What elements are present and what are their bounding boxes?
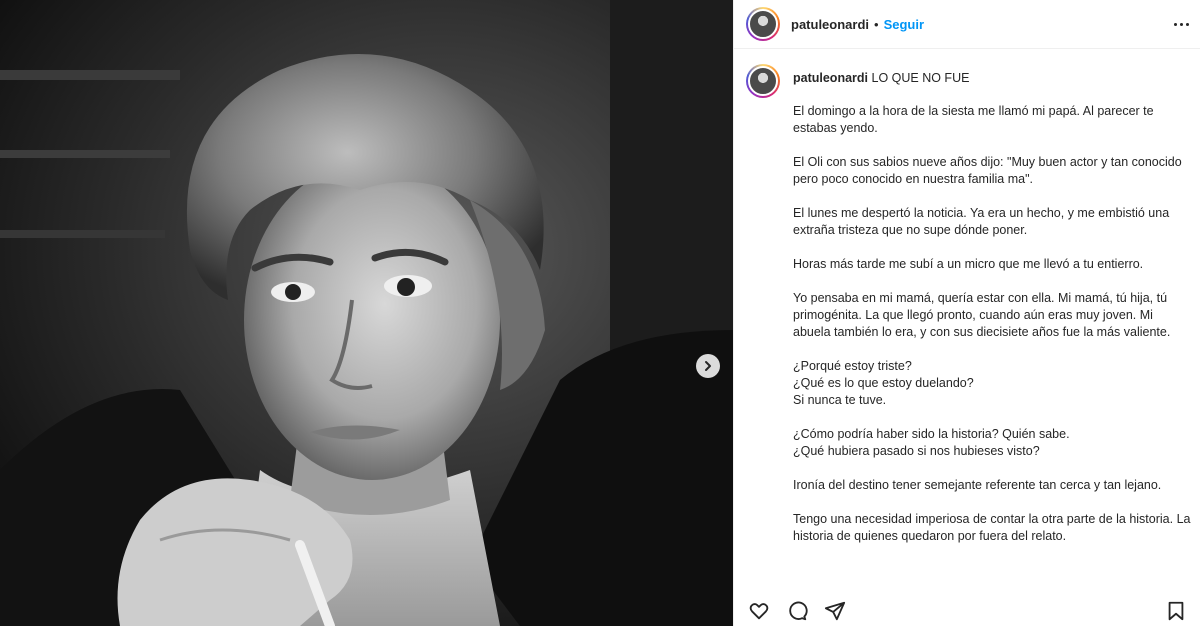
separator-dot: • [874, 16, 879, 32]
caption-paragraph: Ironía del destino tener semejante refer… [793, 478, 1162, 492]
caption-paragraph: El Oli con sus sabios nueve años dijo: "… [793, 155, 1182, 186]
next-photo-button[interactable] [696, 354, 720, 378]
chevron-right-icon [705, 361, 711, 371]
caption-paragraph: Horas más tarde me subí a un micro que m… [793, 257, 1144, 271]
action-bar [734, 596, 1200, 626]
caption-paragraph: El domingo a la hora de la siesta me lla… [793, 104, 1154, 135]
caption-paragraph: Tengo una necesidad imperiosa de contar … [793, 512, 1191, 543]
caption-username[interactable]: patuleonardi [793, 71, 868, 85]
caption-paragraph: ¿Porqué estoy triste? ¿Qué es lo que est… [793, 359, 974, 407]
post-header: patuleonardi • Seguir [734, 0, 1200, 48]
caption-avatar[interactable] [746, 64, 780, 98]
post-side-panel: patuleonardi • Seguir patuleonardi LO QU… [733, 0, 1200, 626]
caption-paragraph: Yo pensaba en mi mamá, quería estar con … [793, 291, 1171, 339]
author-username[interactable]: patuleonardi [791, 17, 869, 32]
comment-icon[interactable] [786, 600, 808, 622]
portrait-image [0, 0, 733, 626]
follow-button[interactable]: Seguir [884, 17, 924, 32]
caption: patuleonardi LO QUE NO FUE El domingo a … [746, 64, 1196, 584]
caption-title: LO QUE NO FUE [871, 71, 970, 85]
caption-paragraphs: El domingo a la hora de la siesta me lla… [793, 103, 1193, 545]
send-icon[interactable] [824, 600, 846, 622]
avatar[interactable] [746, 7, 780, 41]
caption-body: patuleonardi LO QUE NO FUE El domingo a … [793, 70, 1193, 545]
more-horizontal-icon[interactable] [1174, 17, 1189, 32]
heart-icon[interactable] [748, 600, 770, 622]
caption-paragraph: El lunes me despertó la noticia. Ya era … [793, 206, 1170, 237]
post-photo[interactable] [0, 0, 733, 626]
caption-paragraph: ¿Cómo podría haber sido la historia? Qui… [793, 427, 1070, 458]
header-divider [734, 48, 1200, 49]
bookmark-icon[interactable] [1165, 600, 1187, 622]
caption-headline: patuleonardi LO QUE NO FUE [793, 70, 1193, 86]
